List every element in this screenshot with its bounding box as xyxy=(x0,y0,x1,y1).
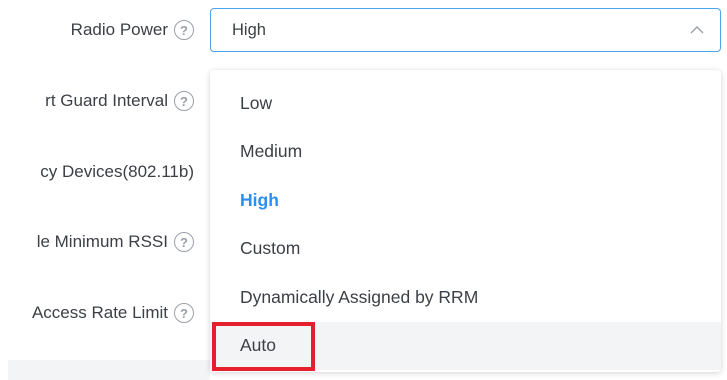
option-auto[interactable]: Auto xyxy=(210,321,721,370)
help-icon[interactable]: ? xyxy=(174,20,194,40)
access-rate-limit-label-text: Access Rate Limit xyxy=(31,303,168,322)
select-value: High xyxy=(232,20,266,39)
legacy-devices-label-text: cy Devices(802.11b) xyxy=(40,162,194,181)
help-icon[interactable]: ? xyxy=(174,232,194,252)
option-low[interactable]: Low xyxy=(210,79,721,128)
row-background xyxy=(8,360,210,380)
help-icon[interactable]: ? xyxy=(174,303,194,323)
option-high[interactable]: High xyxy=(210,176,721,225)
radio-power-label-text: Radio Power xyxy=(70,20,168,39)
option-dynamic-rrm[interactable]: Dynamically Assigned by RRM xyxy=(210,273,721,322)
minimum-rssi-label-text: le Minimum RSSI xyxy=(36,232,168,251)
chevron-up-icon xyxy=(690,26,704,34)
guard-interval-label-text: rt Guard Interval xyxy=(45,91,168,110)
radio-power-label: Radio Power ? xyxy=(71,16,194,44)
access-rate-limit-label: Access Rate Limit ? xyxy=(32,299,194,327)
legacy-devices-label: cy Devices(802.11b) xyxy=(40,158,194,186)
help-icon[interactable]: ? xyxy=(174,91,194,111)
guard-interval-label: rt Guard Interval ? xyxy=(45,87,194,115)
option-medium[interactable]: Medium xyxy=(210,128,721,177)
radio-power-dropdown: Low Medium High Custom Dynamically Assig… xyxy=(210,70,721,372)
radio-power-select[interactable]: High xyxy=(210,8,721,52)
option-custom[interactable]: Custom xyxy=(210,225,721,274)
minimum-rssi-label: le Minimum RSSI ? xyxy=(37,228,194,256)
